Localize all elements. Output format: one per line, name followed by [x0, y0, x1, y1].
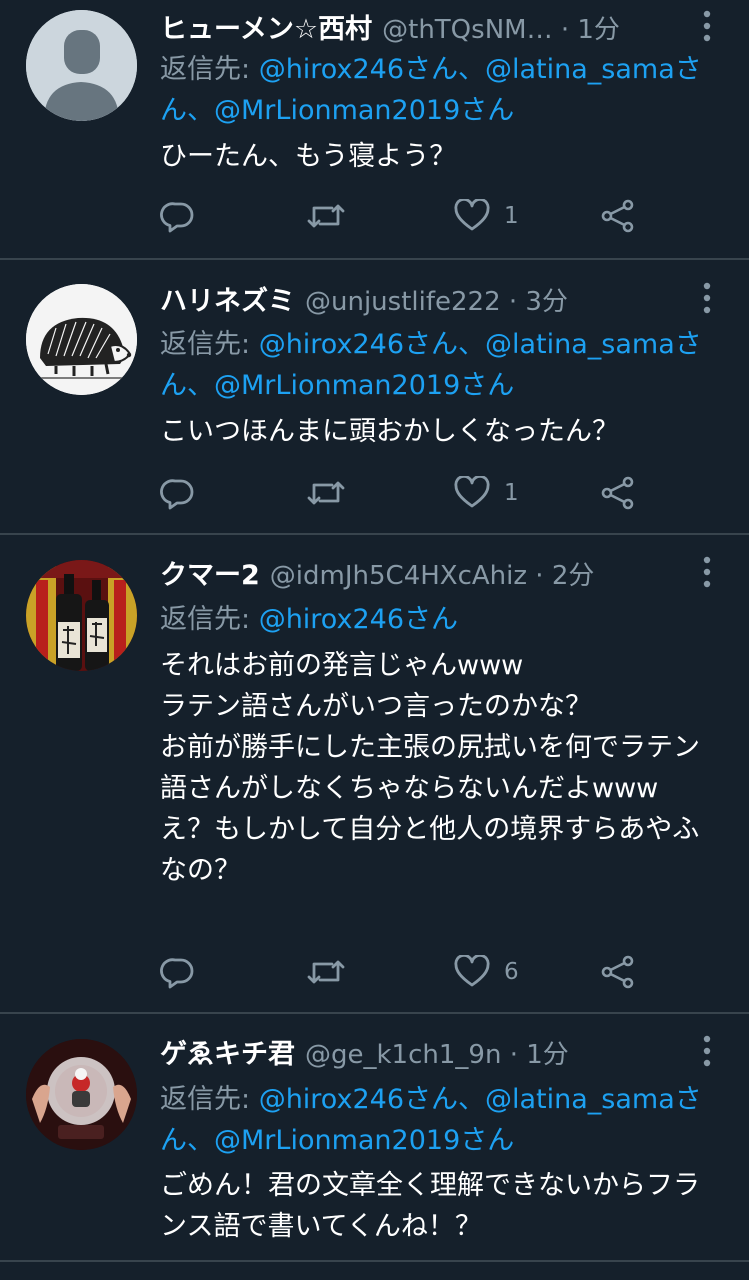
- tweet-text: それはお前の発言じゃんwww ラテン語さんがいつ言ったのかな？ お前が勝手にした…: [160, 650, 700, 886]
- reply-context: 返信先: @hirox246さん: [160, 599, 720, 640]
- reply-button[interactable]: [160, 194, 196, 238]
- tweet-actions: 1: [160, 194, 640, 238]
- like-button[interactable]: 1: [454, 471, 519, 515]
- tweet-divider: [0, 1260, 749, 1262]
- separator-dot: ·: [501, 1040, 527, 1070]
- tweet-header: クマー2 @idmJh5C4HXcAhiz · 2分: [160, 554, 689, 598]
- share-button[interactable]: [600, 194, 636, 238]
- more-options-icon[interactable]: [695, 278, 719, 318]
- reply-prefix: 返信先:: [160, 329, 259, 360]
- display-name[interactable]: クマー2: [160, 560, 260, 591]
- tweet[interactable]: ハリネズミ @unjustlife222 · 3分 返信先: @hirox246さ…: [0, 260, 749, 533]
- tweet[interactable]: クマー2 @idmJh5C4HXcAhiz · 2分 返信先: @hirox246…: [0, 535, 749, 1012]
- timestamp[interactable]: 2分: [552, 561, 595, 591]
- user-handle[interactable]: @thTQsNM…: [382, 15, 552, 45]
- tweet-text: ひーたん、もう寝よう？: [160, 141, 457, 172]
- retweet-button[interactable]: [306, 950, 346, 994]
- crystal-ball-avatar-icon: [26, 1039, 137, 1150]
- heart-icon: [454, 476, 490, 508]
- reply-prefix: 返信先:: [160, 1084, 259, 1115]
- like-count: 1: [504, 203, 519, 229]
- retweet-button[interactable]: [306, 194, 346, 238]
- reply-button[interactable]: [160, 471, 196, 515]
- sake-bottles-avatar-icon: [26, 560, 137, 671]
- default-avatar-icon: [26, 10, 137, 121]
- display-name[interactable]: ハリネズミ: [160, 286, 295, 317]
- display-name[interactable]: ヒューメン☆西村: [160, 14, 372, 45]
- reply-context: 返信先: @hirox246さん、@latina_samaさん、@MrLionm…: [160, 49, 720, 131]
- reply-button[interactable]: [160, 950, 196, 994]
- avatar[interactable]: [26, 560, 137, 671]
- timestamp[interactable]: 3分: [525, 287, 568, 317]
- more-options-icon[interactable]: [695, 1031, 719, 1071]
- user-handle[interactable]: @ge_k1ch1_9n: [305, 1040, 501, 1070]
- share-icon: [601, 476, 634, 510]
- hedgehog-avatar-icon: [26, 284, 137, 395]
- tweet-text: ごめん！君の文章全く理解できないからフランス語で書いてくんね！？: [160, 1170, 700, 1242]
- avatar[interactable]: [26, 10, 137, 121]
- display-name[interactable]: ゲゑキチ君: [160, 1039, 295, 1070]
- reply-icon: [160, 202, 194, 233]
- timestamp[interactable]: 1分: [526, 1040, 569, 1070]
- share-button[interactable]: [600, 471, 636, 515]
- share-icon: [601, 199, 634, 233]
- share-icon: [601, 955, 634, 989]
- tweet-actions: 1: [160, 471, 640, 515]
- avatar[interactable]: [26, 1039, 137, 1150]
- reply-icon: [160, 958, 194, 989]
- user-handle[interactable]: @unjustlife222: [305, 287, 501, 317]
- like-button[interactable]: 1: [454, 194, 519, 238]
- separator-dot: ·: [552, 15, 578, 45]
- tweet-text: こいつほんまに頭おかしくなったん？: [160, 416, 619, 447]
- more-options-icon[interactable]: [695, 6, 719, 46]
- retweet-button[interactable]: [306, 471, 346, 515]
- share-button[interactable]: [600, 950, 636, 994]
- tweet-header: ゲゑキチ君 @ge_k1ch1_9n · 1分: [160, 1033, 689, 1077]
- user-handle[interactable]: @idmJh5C4HXcAhiz: [270, 561, 527, 591]
- timestamp[interactable]: 1分: [577, 15, 620, 45]
- like-count: 6: [504, 959, 519, 985]
- tweet-header: ヒューメン☆西村 @thTQsNM… · 1分: [160, 8, 689, 52]
- retweet-icon: [307, 481, 345, 505]
- tweet-actions: 6: [160, 950, 640, 994]
- reply-mentions[interactable]: @hirox246さん: [259, 604, 458, 635]
- reply-context: 返信先: @hirox246さん、@latina_samaさん、@MrLionm…: [160, 324, 720, 406]
- retweet-icon: [307, 960, 345, 984]
- separator-dot: ·: [527, 561, 552, 591]
- more-options-icon[interactable]: [695, 552, 719, 592]
- reply-prefix: 返信先:: [160, 54, 259, 85]
- reply-icon: [160, 479, 194, 510]
- heart-icon: [454, 955, 490, 987]
- separator-dot: ·: [500, 287, 526, 317]
- avatar[interactable]: [26, 284, 137, 395]
- tweet[interactable]: ヒューメン☆西村 @thTQsNM… · 1分 返信先: @hirox246さん、…: [0, 0, 749, 258]
- heart-icon: [454, 199, 490, 231]
- like-button[interactable]: 6: [454, 950, 519, 994]
- tweet-header: ハリネズミ @unjustlife222 · 3分: [160, 280, 689, 324]
- like-count: 1: [504, 480, 519, 506]
- reply-prefix: 返信先:: [160, 604, 259, 635]
- tweet[interactable]: ゲゑキチ君 @ge_k1ch1_9n · 1分 返信先: @hirox246さん、…: [0, 1014, 749, 1280]
- reply-context: 返信先: @hirox246さん、@latina_samaさん、@MrLionm…: [160, 1079, 720, 1161]
- retweet-icon: [307, 204, 345, 228]
